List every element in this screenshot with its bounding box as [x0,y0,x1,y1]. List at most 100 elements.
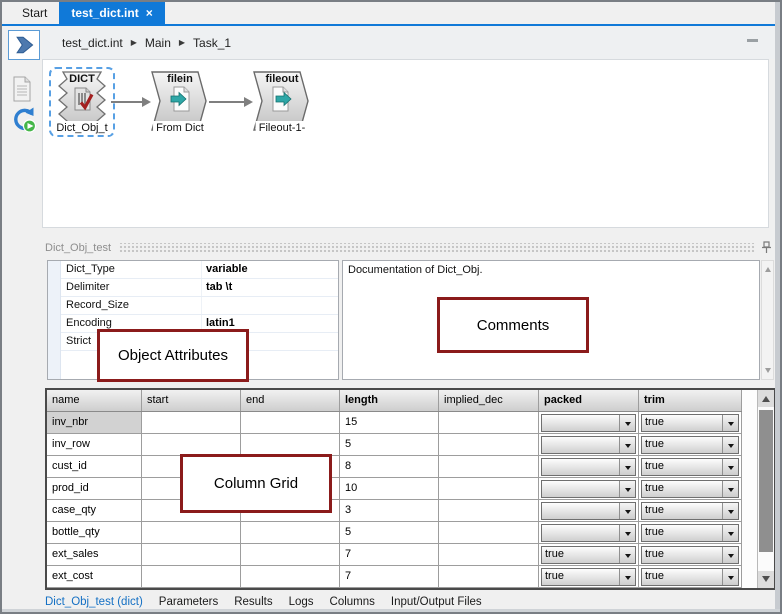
node-fileout[interactable]: fileoutFileout-1- [253,71,311,133]
collapse-dash-icon[interactable] [747,39,758,42]
bottom-tab-logs[interactable]: Logs [289,596,314,608]
cell-start[interactable] [142,434,241,456]
packed-dropdown[interactable] [541,524,636,542]
cell-packed[interactable] [539,522,639,544]
cell-packed[interactable] [539,456,639,478]
cell-end[interactable] [241,412,340,434]
bottom-tab-columns[interactable]: Columns [330,596,375,608]
cell-name[interactable]: bottle_qty [47,522,142,544]
dropdown-button[interactable] [722,481,738,497]
cell-length[interactable]: 10 [340,478,439,500]
cell-trim[interactable]: true [639,434,742,456]
cell-length[interactable]: 7 [340,544,439,566]
scrollbar-thumb[interactable] [759,410,773,552]
cell-length[interactable]: 15 [340,412,439,434]
tab-test-dict-int[interactable]: test_dict.int × [59,2,164,24]
cell-start[interactable] [142,522,241,544]
dropdown-button[interactable] [722,503,738,519]
reset-button[interactable] [11,105,37,133]
scroll-down-icon[interactable] [765,368,771,376]
run-button[interactable] [8,30,40,60]
cell-implied_dec[interactable] [439,478,539,500]
dropdown-button[interactable] [619,481,635,497]
bottom-tab-results[interactable]: Results [234,596,272,608]
scrollbar-track[interactable] [758,407,774,571]
cell-end[interactable] [241,522,340,544]
close-icon[interactable]: × [146,6,153,20]
cell-trim[interactable]: true [639,412,742,434]
breadcrumb-item[interactable]: Task_1 [193,36,231,50]
cell-packed[interactable] [539,434,639,456]
trim-dropdown[interactable]: true [641,414,739,432]
tab-start[interactable]: Start [10,2,59,24]
cell-name[interactable]: cust_id [47,456,142,478]
dropdown-button[interactable] [619,437,635,453]
cell-end[interactable] [241,434,340,456]
trim-dropdown[interactable]: true [641,480,739,498]
node-DICT[interactable]: DICTDict_Obj_t [53,71,111,133]
node-filein[interactable]: fileinFrom Dict [151,71,209,133]
dropdown-button[interactable] [619,547,635,563]
cell-length[interactable]: 3 [340,500,439,522]
dropdown-button[interactable] [722,459,738,475]
comments-scrollbar[interactable] [761,260,774,380]
cell-end[interactable] [241,544,340,566]
packed-dropdown[interactable] [541,414,636,432]
dropdown-button[interactable] [722,437,738,453]
packed-dropdown[interactable] [541,480,636,498]
cell-start[interactable] [142,544,241,566]
cell-packed[interactable] [539,478,639,500]
dropdown-button[interactable] [722,415,738,431]
cell-length[interactable]: 5 [340,434,439,456]
cell-length[interactable]: 8 [340,456,439,478]
cell-implied_dec[interactable] [439,544,539,566]
dropdown-button[interactable] [619,459,635,475]
cell-start[interactable] [142,412,241,434]
cell-packed[interactable] [539,412,639,434]
dropdown-button[interactable] [722,525,738,541]
cell-packed[interactable] [539,500,639,522]
cell-start[interactable] [142,566,241,588]
scroll-down-button[interactable] [758,571,774,588]
cell-implied_dec[interactable] [439,412,539,434]
attribute-value[interactable] [201,297,338,314]
dropdown-button[interactable] [619,525,635,541]
dropdown-button[interactable] [619,415,635,431]
cell-length[interactable]: 5 [340,522,439,544]
cell-length[interactable]: 7 [340,566,439,588]
packed-dropdown[interactable]: true [541,546,636,564]
cell-implied_dec[interactable] [439,456,539,478]
report-button[interactable] [11,76,33,102]
dropdown-button[interactable] [619,503,635,519]
cell-implied_dec[interactable] [439,522,539,544]
cell-name[interactable]: inv_row [47,434,142,456]
cell-name[interactable]: case_qty [47,500,142,522]
scroll-up-button[interactable] [758,390,774,407]
trim-dropdown[interactable]: true [641,524,739,542]
cell-trim[interactable]: true [639,478,742,500]
bottom-tab-parameters[interactable]: Parameters [159,596,218,608]
push-pin-icon[interactable] [761,241,772,254]
cell-implied_dec[interactable] [439,434,539,456]
bottom-tab-input-output-files[interactable]: Input/Output Files [391,596,482,608]
cell-trim[interactable]: true [639,522,742,544]
dropdown-button[interactable] [619,569,635,585]
trim-dropdown[interactable]: true [641,458,739,476]
cell-end[interactable] [241,566,340,588]
breadcrumb-item[interactable]: Main [145,36,171,50]
cell-trim[interactable]: true [639,500,742,522]
cell-trim[interactable]: true [639,566,742,588]
attribute-value[interactable]: variable [201,261,338,278]
grid-scrollbar[interactable] [757,390,774,588]
cell-trim[interactable]: true [639,544,742,566]
packed-dropdown[interactable] [541,436,636,454]
cell-trim[interactable]: true [639,456,742,478]
cell-name[interactable]: ext_sales [47,544,142,566]
cell-name[interactable]: inv_nbr [47,412,142,434]
trim-dropdown[interactable]: true [641,436,739,454]
dropdown-button[interactable] [722,569,738,585]
cell-implied_dec[interactable] [439,500,539,522]
packed-dropdown[interactable]: true [541,568,636,586]
cell-name[interactable]: ext_cost [47,566,142,588]
cell-packed[interactable]: true [539,566,639,588]
